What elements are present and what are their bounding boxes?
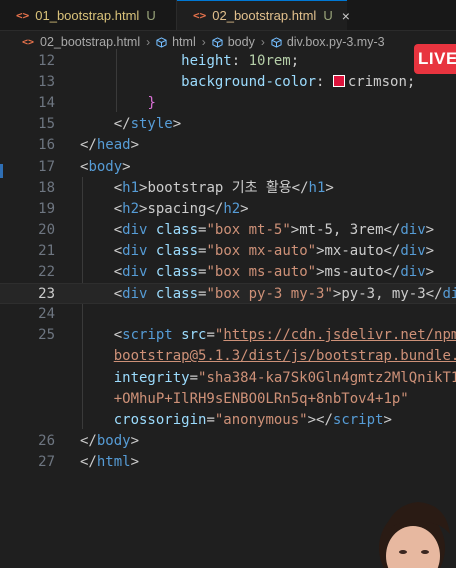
- code-line[interactable]: 22 <div class="box ms-auto">ms-auto</div…: [0, 262, 456, 283]
- code-line[interactable]: crossorigin="anonymous"></script>: [0, 410, 456, 431]
- code-text: <h2>spacing</h2>: [80, 200, 249, 217]
- code-line[interactable]: 20 <div class="box mt-5">mt-5, 3rem</div…: [0, 220, 456, 241]
- code-text: </body>: [80, 432, 140, 449]
- code-line[interactable]: 25 <script src="https://cdn.jsdelivr.net…: [0, 325, 456, 346]
- html-file-icon: <>: [193, 9, 207, 22]
- presenter-webcam: [372, 496, 456, 568]
- code-text: </head>: [80, 137, 140, 154]
- code-text: background-color: crimson;: [181, 74, 416, 91]
- line-number: 17: [38, 158, 55, 175]
- tab-label: 02_bootstrap.html: [212, 8, 317, 23]
- line-number: 26: [38, 432, 55, 449]
- line-number: 24: [38, 306, 55, 323]
- untracked-badge: U: [146, 7, 156, 23]
- line-number: 20: [38, 221, 55, 238]
- code-line[interactable]: 17 <body>: [0, 157, 456, 178]
- code-line[interactable]: 12 height: 10rem;: [0, 51, 456, 72]
- code-text: integrity="sha384-ka7Sk0Gln4gmtz2MlQnikT…: [113, 369, 456, 386]
- live-badge: LIVE: [414, 44, 456, 74]
- cube-icon: [212, 36, 223, 48]
- code-line[interactable]: 15 </style>: [0, 114, 456, 135]
- code-line[interactable]: bootstrap@5.1.3/dist/js/bootstrap.bundle…: [0, 346, 456, 367]
- cube-icon: [156, 36, 167, 48]
- tab-01-bootstrap[interactable]: <> 01_bootstrap.html U: [0, 0, 177, 30]
- breadcrumb-item-div[interactable]: div.box.py-3.my-3: [287, 35, 385, 49]
- line-number: 12: [38, 53, 55, 69]
- line-number: 22: [38, 264, 55, 280]
- code-text: height: 10rem;: [181, 53, 300, 69]
- chevron-right-icon: ›: [201, 35, 206, 49]
- code-line[interactable]: 14 }: [0, 93, 456, 114]
- code-line[interactable]: 24: [0, 304, 456, 325]
- code-line[interactable]: 13 background-color: crimson;: [0, 72, 456, 93]
- close-icon[interactable]: ×: [342, 8, 350, 24]
- code-text: <script src="https://cdn.jsdelivr.net/np…: [80, 327, 456, 344]
- code-line[interactable]: 23 <div class="box py-3 my-3">py-3, my-3…: [0, 283, 456, 305]
- line-number: 15: [38, 116, 55, 133]
- code-line[interactable]: 21 <div class="box mx-auto">mx-auto</div…: [0, 241, 456, 262]
- code-text: }: [147, 95, 156, 112]
- line-number: 23: [38, 286, 55, 303]
- code-text: <div class="box mt-5">mt-5, 3rem</div>: [80, 221, 435, 238]
- breadcrumb-item-html[interactable]: html: [172, 35, 196, 49]
- code-text: </html>: [80, 453, 140, 470]
- breadcrumb-item-file[interactable]: 02_bootstrap.html: [40, 35, 140, 49]
- line-number: 16: [38, 137, 55, 154]
- tab-02-bootstrap[interactable]: <> 02_bootstrap.html U ×: [177, 0, 350, 30]
- line-number: 21: [38, 242, 55, 259]
- line-number: 13: [38, 74, 55, 91]
- code-line[interactable]: 26 </body>: [0, 431, 456, 452]
- breadcrumb-item-body[interactable]: body: [228, 35, 255, 49]
- color-swatch[interactable]: [332, 75, 345, 88]
- line-number: 25: [38, 327, 55, 344]
- code-text: bootstrap@5.1.3/dist/js/bootstrap.bundle…: [113, 348, 456, 365]
- code-text: <h1>bootstrap 기초 활용</h1>: [80, 179, 334, 196]
- code-text: crossorigin="anonymous"></script>: [113, 411, 392, 428]
- line-number: 19: [38, 200, 55, 217]
- code-text: </style>: [80, 116, 182, 133]
- chevron-right-icon: ›: [146, 35, 151, 49]
- code-line[interactable]: integrity="sha384-ka7Sk0Gln4gmtz2MlQnikT…: [0, 368, 456, 389]
- code-text: <div class="box mx-auto">mx-auto</div>: [80, 242, 435, 259]
- line-number: 14: [38, 95, 55, 112]
- code-text: <body>: [80, 158, 131, 175]
- code-line[interactable]: 19 <h2>spacing</h2>: [0, 199, 456, 220]
- tab-label: 01_bootstrap.html: [35, 7, 140, 23]
- html-file-icon: <>: [16, 8, 30, 22]
- cube-icon: [271, 36, 282, 48]
- html-file-icon: <>: [22, 36, 35, 48]
- code-editor[interactable]: 12 height: 10rem; 13 background-color: cr…: [0, 49, 456, 568]
- untracked-badge: U: [323, 8, 333, 23]
- line-number: 18: [38, 179, 55, 196]
- code-text: <div class="box ms-auto">ms-auto</div>: [80, 264, 435, 280]
- editor-tab-bar: <> 01_bootstrap.html U <> 02_bootstrap.h…: [0, 0, 456, 31]
- code-line[interactable]: 16 </head>: [0, 135, 456, 156]
- code-line[interactable]: 27 </html>: [0, 452, 456, 473]
- chevron-right-icon: ›: [260, 35, 265, 49]
- line-number: 27: [38, 453, 55, 470]
- code-line[interactable]: +OMhuP+IlRH9sENBO0LRn5q+8nbTov4+1p": [0, 389, 456, 410]
- code-text: <div class="box py-3 my-3">py-3, my-3</d…: [80, 286, 456, 303]
- code-line[interactable]: 18 <h1>bootstrap 기초 활용</h1>: [0, 178, 456, 199]
- code-text: +OMhuP+IlRH9sENBO0LRn5q+8nbTov4+1p": [113, 390, 409, 407]
